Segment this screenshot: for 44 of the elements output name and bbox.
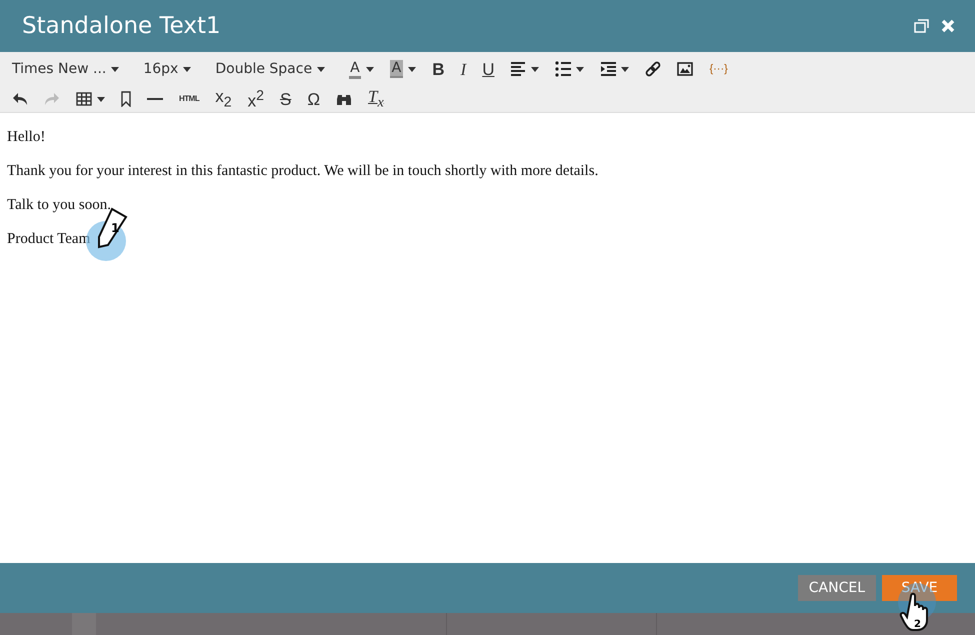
toolbar-button[interactable]: U — [476, 57, 500, 81]
toolbar-button[interactable]: {···} — [703, 57, 734, 81]
toolbar-button[interactable]: B — [426, 57, 451, 81]
bullet-list-icon — [555, 61, 572, 77]
paragraph: Hello! — [7, 129, 46, 145]
toolbar-button[interactable]: T$_{x}$ — [362, 87, 390, 111]
toolbar-button[interactable]: x$_{2}$ — [209, 87, 238, 111]
cancel-button[interactable]: CANCEL — [798, 575, 876, 601]
horizontal-line-icon — [147, 98, 163, 100]
window-title: Standalone Text1 — [22, 13, 222, 39]
caret-icon — [183, 66, 192, 72]
step-number: 2 — [914, 619, 921, 630]
toolbar-button[interactable]: Ω — [301, 87, 326, 111]
toolbar-button[interactable]: x$^{2}$ — [242, 87, 270, 111]
toolbar-button[interactable]: HTML — [173, 87, 206, 111]
font-color-button[interactable]: A — [343, 57, 380, 81]
paragraph: Talk to you soon. — [7, 197, 111, 213]
toolbar-button[interactable]: I — [454, 57, 472, 81]
restore-icon[interactable] — [914, 19, 929, 33]
caret-icon — [97, 96, 105, 102]
caret-icon — [576, 66, 584, 72]
redo-icon — [44, 91, 60, 107]
caret-icon — [531, 66, 540, 72]
caret-icon — [111, 66, 120, 72]
undo-icon — [12, 91, 28, 107]
highlight-color-button[interactable]: A — [384, 57, 422, 81]
paragraph: Product Team — [7, 231, 90, 247]
dropdown[interactable]: Double Space — [209, 57, 332, 81]
align-left-icon — [510, 61, 526, 77]
caret-icon — [317, 66, 326, 72]
toolbar-button[interactable]: S — [274, 87, 298, 111]
close-icon[interactable] — [941, 19, 955, 33]
caret-icon — [408, 66, 416, 72]
table-icon — [76, 91, 92, 107]
caret-icon — [621, 66, 630, 72]
step-number: 1 — [111, 221, 120, 235]
image-icon — [677, 61, 694, 77]
dropdown[interactable]: 16px — [137, 57, 198, 81]
dropdown[interactable]: Times New ... — [6, 57, 126, 81]
link-icon — [645, 61, 662, 77]
indent-icon — [600, 61, 616, 77]
bookmark-icon — [121, 91, 131, 107]
paragraph: Thank you for your interest in this fantastic product. We will be in touch shortly with more details. — [7, 163, 598, 179]
caret-icon — [366, 66, 374, 72]
